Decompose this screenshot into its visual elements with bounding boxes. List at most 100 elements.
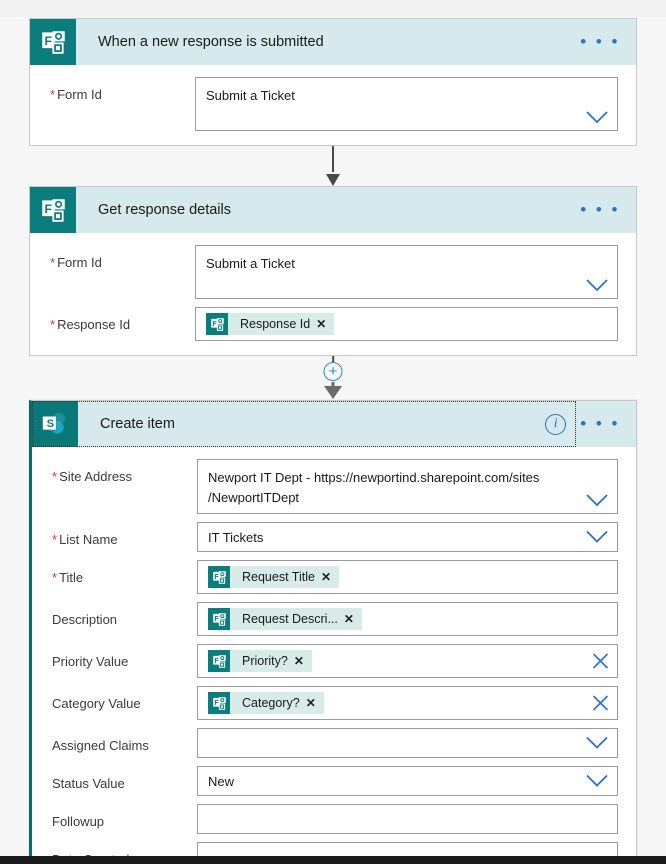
field-value: Newport IT Dept - https://newportind.sha… xyxy=(208,470,540,506)
field-control-wrapper xyxy=(197,804,618,835)
field-label: Priority Value xyxy=(52,644,197,670)
step-card-header[interactable]: S Create item i • • • xyxy=(32,401,636,447)
dynamic-content-token[interactable]: F Priority? ✕ xyxy=(208,650,312,673)
flow-step-card[interactable]: S Create item i • • • * Site Address Newport I… xyxy=(29,400,637,864)
chevron-down-icon[interactable] xyxy=(586,775,608,788)
step-card-body: * Site Address Newport IT Dept - https://n… xyxy=(32,447,636,864)
field-label-text: Description xyxy=(52,612,118,628)
svg-text:F: F xyxy=(214,658,218,665)
step-connector: + xyxy=(0,356,666,400)
svg-text:F: F xyxy=(44,33,52,47)
field-row: Category Value F Category? ✕ xyxy=(52,686,618,721)
field-row: * Form Id Submit a Ticket xyxy=(50,245,618,299)
step-card-header-actions: i • • • xyxy=(545,413,636,435)
dynamic-content-token[interactable]: F Response Id ✕ xyxy=(206,313,335,335)
dynamic-content-token[interactable]: F Request Title ✕ xyxy=(208,566,340,589)
svg-text:F: F xyxy=(214,616,218,623)
token-label: Request Title xyxy=(242,570,315,585)
more-options-icon[interactable]: • • • xyxy=(580,415,620,432)
svg-text:F: F xyxy=(212,320,216,327)
required-asterisk: * xyxy=(52,469,58,484)
field-label-text: List Name xyxy=(59,532,118,548)
step-card-body: * Form Id Submit a Ticket * Response Id F Resp… xyxy=(30,233,636,355)
field-row: Followup xyxy=(52,804,618,835)
chevron-down-icon[interactable] xyxy=(586,531,608,544)
chevron-down-icon[interactable] xyxy=(586,737,608,750)
flow-designer-canvas: F When a new response is submitted • • • * F… xyxy=(0,0,666,864)
field-label-text: Priority Value xyxy=(52,654,129,670)
svg-text:S: S xyxy=(47,418,55,430)
step-card-header-actions: • • • xyxy=(580,201,636,218)
more-options-icon[interactable]: • • • xyxy=(580,201,620,218)
field-control-wrapper: F Priority? ✕ xyxy=(197,644,618,679)
token-remove-icon[interactable]: ✕ xyxy=(321,570,339,584)
field-label: Description xyxy=(52,602,197,628)
required-asterisk: * xyxy=(50,255,56,270)
field-value: Submit a Ticket xyxy=(206,256,295,271)
info-icon[interactable]: i xyxy=(545,413,567,435)
field-label-text: Title xyxy=(59,570,84,586)
flow-step-card[interactable]: F When a new response is submitted • • • * F… xyxy=(29,18,637,146)
field-row: Status Value New xyxy=(52,766,618,797)
step-card-header[interactable]: F When a new response is submitted • • • xyxy=(30,19,636,65)
dropdown-input[interactable]: IT Tickets xyxy=(197,522,618,553)
field-label-text: Followup xyxy=(52,814,105,830)
token-remove-icon[interactable]: ✕ xyxy=(316,317,334,331)
field-row: * Form Id Submit a Ticket xyxy=(50,77,618,131)
dynamic-content-token[interactable]: F Category? ✕ xyxy=(208,692,324,715)
dropdown-input[interactable]: Submit a Ticket xyxy=(195,245,618,299)
field-value: New xyxy=(208,773,235,789)
token-label: Category? xyxy=(242,696,300,711)
chevron-down-icon[interactable] xyxy=(586,494,608,507)
token-field[interactable]: F Request Title ✕ xyxy=(197,560,618,595)
step-card-title: When a new response is submitted xyxy=(98,34,324,50)
dropdown-input[interactable]: Submit a Ticket xyxy=(195,77,618,131)
insert-step-button[interactable]: + xyxy=(323,362,343,381)
token-label: Response Id xyxy=(240,317,311,331)
microsoft-forms-icon: F xyxy=(206,313,228,335)
text-input[interactable] xyxy=(197,804,618,835)
field-label: * Form Id xyxy=(50,77,195,103)
field-label: Status Value xyxy=(52,766,197,792)
top-chrome-strip xyxy=(0,0,666,17)
microsoft-forms-icon: F xyxy=(208,692,230,715)
field-label-text: Form Id xyxy=(57,255,102,270)
token-remove-icon[interactable]: ✕ xyxy=(306,696,324,710)
field-label: * List Name xyxy=(52,522,197,548)
token-field[interactable]: F Priority? ✕ xyxy=(197,644,618,679)
sharepoint-icon: S xyxy=(32,401,78,447)
dropdown-input[interactable] xyxy=(197,728,618,759)
field-label: * Title xyxy=(52,560,197,586)
token-field[interactable]: F Response Id ✕ xyxy=(195,307,618,341)
token-remove-icon[interactable]: ✕ xyxy=(344,612,362,626)
field-label: * Response Id xyxy=(50,307,195,333)
field-value: IT Tickets xyxy=(208,529,264,545)
chevron-down-icon[interactable] xyxy=(586,111,608,124)
field-row: Assigned Claims xyxy=(52,728,618,759)
field-control-wrapper: IT Tickets xyxy=(197,522,618,553)
required-asterisk: * xyxy=(50,317,56,332)
dropdown-input[interactable]: New xyxy=(197,766,618,797)
connector-arrowhead xyxy=(326,174,340,186)
field-label: * Form Id xyxy=(50,245,195,271)
clear-field-icon[interactable] xyxy=(592,653,609,670)
token-field[interactable]: F Category? ✕ xyxy=(197,686,618,721)
flow-step-card[interactable]: F Get response details • • • * Form Id Submit… xyxy=(29,186,637,356)
required-asterisk: * xyxy=(50,87,56,102)
token-remove-icon[interactable]: ✕ xyxy=(294,654,312,668)
field-label-text: Site Address xyxy=(59,469,133,484)
field-control-wrapper: F Response Id ✕ xyxy=(195,307,618,341)
field-row: * List Name IT Tickets xyxy=(52,522,618,553)
step-card-header[interactable]: F Get response details • • • xyxy=(30,187,636,233)
more-options-icon[interactable]: • • • xyxy=(580,33,620,50)
chevron-down-icon[interactable] xyxy=(586,279,608,292)
field-row: Description F Request Descri... ✕ xyxy=(52,602,618,637)
field-control-wrapper: F Category? ✕ xyxy=(197,686,618,721)
dropdown-input[interactable]: Newport IT Dept - https://newportind.sha… xyxy=(197,459,618,515)
dynamic-content-token[interactable]: F Request Descri... ✕ xyxy=(208,608,362,631)
token-field[interactable]: F Request Descri... ✕ xyxy=(197,602,618,637)
clear-field-icon[interactable] xyxy=(592,695,609,712)
field-label-text: Response Id xyxy=(57,317,131,332)
field-control-wrapper: Submit a Ticket xyxy=(195,245,618,299)
microsoft-forms-icon: F xyxy=(208,566,230,589)
